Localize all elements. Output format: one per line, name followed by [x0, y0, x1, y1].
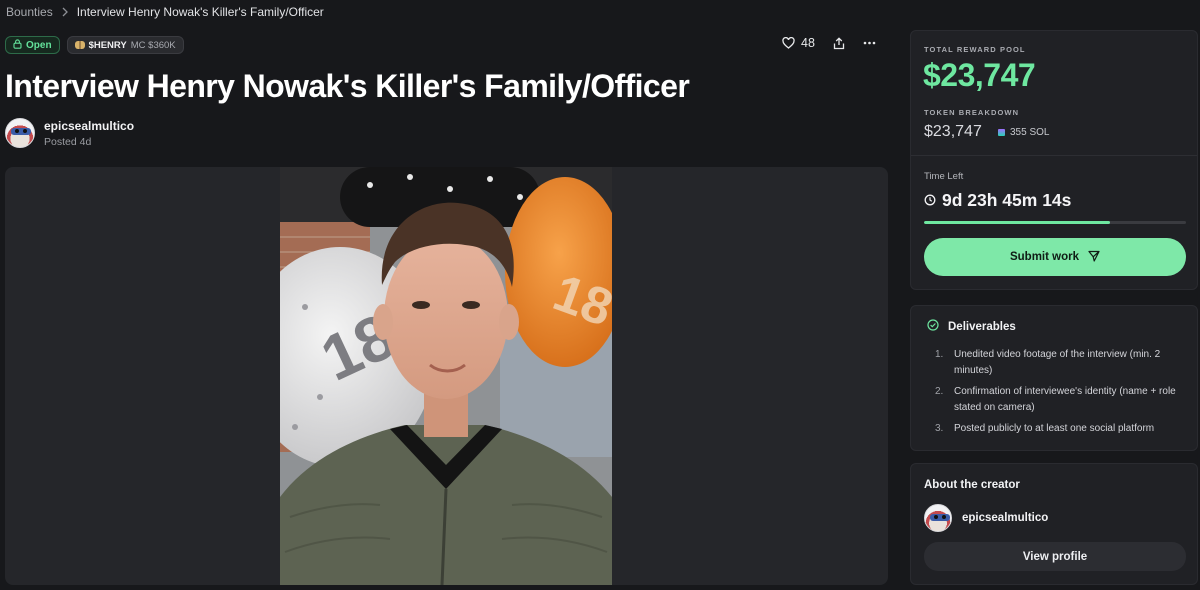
breadcrumb: Bounties Interview Henry Nowak's Killer'… — [6, 5, 324, 19]
sol-amount: 355 SOL — [998, 127, 1049, 138]
share-button[interactable] — [833, 36, 845, 50]
about-creator-row: epicsealmultico — [924, 504, 1048, 532]
list-item: 3. Posted publicly to at least one socia… — [935, 421, 1187, 437]
status-badge-label: Open — [26, 39, 52, 51]
time-left-label: Time Left — [924, 171, 964, 182]
deliverables-header: Deliverables — [927, 319, 1016, 334]
chevron-right-icon — [61, 7, 69, 17]
list-item-number: 1. — [935, 349, 944, 360]
creator-row: epicsealmultico Posted 4d — [5, 118, 134, 148]
clock-icon — [924, 190, 936, 211]
posted-time: Posted 4d — [44, 135, 92, 148]
token-symbol: $HENRY — [88, 39, 127, 51]
media-viewer: 18 18 — [5, 167, 888, 585]
submit-work-button[interactable]: Submit work — [924, 238, 1186, 276]
sol-amount-label: 355 SOL — [1010, 127, 1050, 138]
bounty-photo: 18 18 — [280, 167, 612, 585]
deliverables-list: 1. Unedited video footage of the intervi… — [935, 347, 1187, 443]
submit-work-label: Submit work — [1009, 251, 1079, 263]
page-title: Interview Henry Nowak's Killer's Family/… — [5, 68, 690, 104]
like-button[interactable]: 48 — [782, 36, 815, 50]
time-progress-fill — [924, 221, 1111, 224]
list-item-number: 2. — [935, 386, 944, 397]
like-count: 48 — [801, 36, 815, 50]
avatar[interactable] — [5, 118, 35, 148]
about-creator-panel: About the creator epicsealmultico View p… — [910, 463, 1198, 585]
time-left-value: 9d 23h 45m 14s — [942, 190, 1072, 210]
token-badge[interactable]: $HENRY MC $360K — [66, 36, 184, 54]
more-icon — [863, 41, 876, 45]
total-reward-amount: $23,747 — [923, 57, 1036, 93]
time-left: 9d 23h 45m 14s — [924, 190, 1071, 211]
send-icon — [1088, 250, 1100, 265]
solana-icon — [998, 129, 1005, 136]
check-circle-icon — [927, 319, 939, 334]
lock-open-icon — [13, 38, 22, 52]
list-item-number: 3. — [935, 423, 944, 434]
list-item-text: Unedited video footage of the interview … — [954, 349, 1161, 376]
divider — [911, 155, 1197, 156]
token-amount: $23,747 — [924, 123, 982, 140]
time-progress-bar — [924, 221, 1186, 224]
list-item: 1. Unedited video footage of the intervi… — [935, 347, 1187, 378]
about-creator-name[interactable]: epicsealmultico — [962, 512, 1048, 524]
breadcrumb-bounties-link[interactable]: Bounties — [6, 5, 53, 19]
share-icon — [833, 36, 845, 50]
more-button[interactable] — [863, 41, 876, 45]
list-item-text: Confirmation of interviewee's identity (… — [954, 386, 1176, 413]
market-cap: MC $360K — [130, 39, 176, 51]
status-badge: Open — [5, 36, 60, 54]
creator-name[interactable]: epicsealmultico — [44, 119, 134, 133]
list-item: 2. Confirmation of interviewee's identit… — [935, 384, 1187, 415]
avatar[interactable] — [924, 504, 952, 532]
token-breakdown-label: TOKEN BREAKDOWN — [924, 108, 1020, 117]
total-reward-label: TOTAL REWARD POOL — [924, 45, 1026, 54]
token-logo-icon — [74, 41, 85, 49]
breadcrumb-current: Interview Henry Nowak's Killer's Family/… — [76, 5, 324, 19]
deliverables-panel: Deliverables 1. Unedited video footage o… — [910, 305, 1198, 451]
view-profile-button[interactable]: View profile — [924, 542, 1186, 571]
about-creator-title: About the creator — [924, 479, 1020, 491]
deliverables-title: Deliverables — [948, 320, 1016, 333]
post-actions: 48 — [782, 36, 876, 50]
tag-row: Open $HENRY MC $360K — [5, 36, 184, 54]
reward-panel: TOTAL REWARD POOL $23,747 TOKEN BREAKDOW… — [910, 30, 1198, 290]
heart-icon — [782, 37, 795, 49]
list-item-text: Posted publicly to at least one social p… — [954, 423, 1155, 434]
